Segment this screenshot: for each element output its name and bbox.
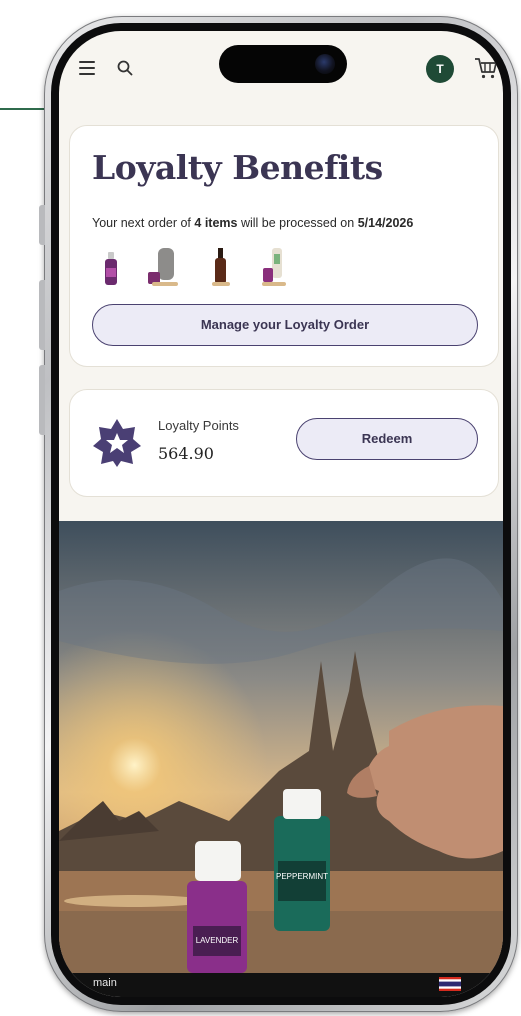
side-button-volume-up [39,280,45,350]
bottom-bar-label: main [93,977,117,989]
lavender-label: LAVENDER [196,936,239,945]
redeem-button[interactable]: Redeem [296,418,478,460]
loyalty-points-card: Loyalty Points 564.90 Redeem [69,389,499,497]
user-avatar[interactable]: T [426,55,454,83]
peppermint-label: PEPPERMINT [276,872,328,881]
loyalty-points-label: Loyalty Points [158,418,239,433]
thai-flag-icon[interactable] [439,977,461,991]
product-oil-bottle-purple[interactable] [102,252,120,286]
order-prefix-text: Your next order of [92,216,195,230]
loyalty-order-products [102,246,322,286]
dynamic-island [219,45,347,83]
product-dropper-bottle-brown[interactable] [210,248,232,286]
loyalty-points-value: 564.90 [158,444,214,463]
product-bundle[interactable] [260,248,288,286]
product-diffuser-gray[interactable] [146,248,180,286]
loyalty-benefits-card: Loyalty Benefits Your next order of 4 it… [69,125,499,367]
camera-icon [315,54,335,74]
cart-icon[interactable] [473,56,499,80]
bottom-bar: main [59,973,503,997]
search-icon[interactable] [116,59,134,77]
manage-loyalty-order-button[interactable]: Manage your Loyalty Order [92,304,478,346]
order-date: 5/14/2026 [357,216,414,230]
order-middle-text: will be processed on [237,216,358,230]
next-order-text: Your next order of 4 items will be proce… [92,216,413,230]
side-button-volume-down [39,365,45,435]
order-items-count: 4 items [194,216,238,230]
side-button-silent [39,205,45,245]
hamburger-menu-icon[interactable] [79,61,95,75]
phone-screen: T Loyalty Benefits Your next order of 4 … [59,31,503,997]
hero-banner-image: PEPPERMINT LAVENDER [59,521,503,973]
loyalty-star-badge-icon [93,419,141,467]
loyalty-benefits-title: Loyalty Benefits [92,148,383,187]
